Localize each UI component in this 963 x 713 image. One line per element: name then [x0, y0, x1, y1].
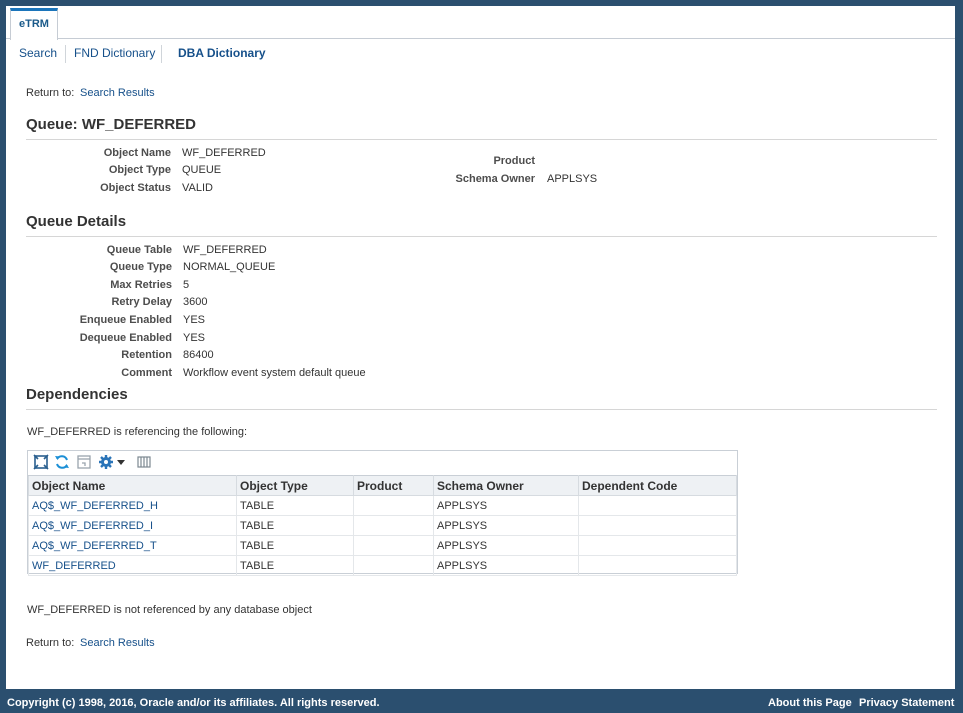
dependent-code-cell — [578, 495, 737, 516]
detail-value: YES — [183, 332, 206, 344]
schema-owner-cell: APPLSYS — [433, 555, 579, 576]
detail-value: WF_DEFERRED — [183, 244, 267, 256]
tab-etrm[interactable]: eTRM — [10, 8, 58, 40]
product-cell — [353, 515, 434, 536]
footer: Copyright (c) 1998, 2016, Oracle and/or … — [0, 695, 963, 713]
copyright-text: Copyright (c) 1998, 2016, Oracle and/or … — [7, 697, 380, 709]
detail-value: NORMAL_QUEUE — [183, 261, 276, 273]
product-cell — [353, 555, 434, 576]
not-referenced-text: WF_DEFERRED is not referenced by any dat… — [27, 604, 312, 616]
schema-owner-label: Schema Owner — [455, 173, 535, 185]
nav-fnd-dictionary-link[interactable]: FND Dictionary — [74, 46, 155, 60]
freeze-icon[interactable] — [76, 454, 92, 470]
column-header-dependent-code[interactable]: Dependent Code — [578, 475, 737, 496]
object-type-cell: TABLE — [236, 535, 354, 556]
gear-icon[interactable] — [98, 454, 114, 470]
detail-label: Comment — [121, 367, 172, 379]
table-header-row: Object Name Object Type Product Schema O… — [28, 475, 737, 496]
table-row: WF_DEFERRED TABLE APPLSYS — [28, 555, 737, 576]
dependencies-heading: Dependencies — [26, 386, 128, 403]
object-type-cell: TABLE — [236, 495, 354, 516]
detail-value: Workflow event system default queue — [183, 367, 366, 379]
object-type-cell: TABLE — [236, 555, 354, 576]
product-label: Product — [493, 155, 535, 167]
column-header-object-type[interactable]: Object Type — [236, 475, 354, 496]
detail-label: Enqueue Enabled — [79, 314, 172, 326]
dependent-code-cell — [578, 515, 737, 536]
detail-label: Queue Type — [109, 261, 172, 273]
detail-value: 86400 — [183, 349, 214, 361]
object-type-label: Object Type — [108, 164, 171, 176]
page-frame: eTRM Search FND Dictionary DBA Dictionar… — [6, 6, 955, 689]
tab-bar: eTRM — [6, 6, 955, 40]
divider — [26, 236, 937, 237]
object-name-link[interactable]: WF_DEFERRED — [28, 555, 237, 576]
columns-icon[interactable] — [136, 454, 152, 470]
dependencies-grid: Object Name Object Type Product Schema O… — [28, 475, 737, 576]
chevron-down-icon[interactable] — [116, 454, 126, 470]
object-name-link[interactable]: AQ$_WF_DEFERRED_T — [28, 535, 237, 556]
object-type-value: QUEUE — [182, 164, 222, 176]
object-status-value: VALID — [182, 182, 213, 194]
detail-label: Retention — [121, 349, 172, 361]
detail-value: 3600 — [183, 296, 208, 308]
detail-label: Retry Delay — [111, 296, 172, 308]
schema-owner-cell: APPLSYS — [433, 495, 579, 516]
return-search-results-link[interactable]: Search Results — [80, 87, 155, 99]
divider — [26, 409, 937, 410]
return-search-results-link-bottom[interactable]: Search Results — [80, 637, 155, 649]
page-title: Queue: WF_DEFERRED — [26, 116, 197, 133]
table-row: AQ$_WF_DEFERRED_H TABLE APPLSYS — [28, 495, 737, 516]
divider — [26, 139, 937, 140]
queue-details-heading: Queue Details — [26, 213, 127, 230]
schema-owner-cell: APPLSYS — [433, 535, 579, 556]
detail-label: Max Retries — [110, 279, 172, 291]
detail-value: 5 — [183, 279, 190, 291]
detail-label: Dequeue Enabled — [79, 332, 172, 344]
product-cell — [353, 495, 434, 516]
table-row: AQ$_WF_DEFERRED_T TABLE APPLSYS — [28, 535, 737, 556]
nav-separator — [161, 45, 162, 63]
nav-dba-dictionary-link[interactable]: DBA Dictionary — [178, 46, 266, 60]
object-name-label: Object Name — [103, 147, 171, 159]
detail-label: Queue Table — [106, 244, 172, 256]
column-header-product[interactable]: Product — [353, 475, 434, 496]
referencing-text: WF_DEFERRED is referencing the following… — [27, 426, 248, 438]
nav-search-link[interactable]: Search — [19, 46, 57, 60]
nav-separator — [65, 45, 66, 63]
product-cell — [353, 535, 434, 556]
about-this-page-link[interactable]: About this Page — [768, 697, 852, 709]
schema-owner-value: APPLSYS — [547, 173, 598, 185]
object-status-label: Object Status — [100, 182, 171, 194]
object-name-value: WF_DEFERRED — [182, 147, 266, 159]
column-header-object-name[interactable]: Object Name — [28, 475, 237, 496]
dependent-code-cell — [578, 535, 737, 556]
detail-value: YES — [183, 314, 206, 326]
object-name-link[interactable]: AQ$_WF_DEFERRED_H — [28, 495, 237, 516]
column-header-schema-owner[interactable]: Schema Owner — [433, 475, 579, 496]
refresh-icon[interactable] — [54, 454, 70, 470]
dependent-code-cell — [578, 555, 737, 576]
object-type-cell: TABLE — [236, 515, 354, 536]
dependencies-table: Object Name Object Type Product Schema O… — [27, 450, 738, 576]
object-name-link[interactable]: AQ$_WF_DEFERRED_I — [28, 515, 237, 536]
table-toolbar — [28, 451, 737, 475]
return-to-label: Return to: — [26, 87, 75, 99]
table-row: AQ$_WF_DEFERRED_I TABLE APPLSYS — [28, 515, 737, 536]
privacy-statement-link[interactable]: Privacy Statement — [859, 697, 954, 709]
return-to-label-bottom: Return to: — [26, 637, 75, 649]
detach-icon[interactable] — [33, 454, 49, 470]
schema-owner-cell: APPLSYS — [433, 515, 579, 536]
